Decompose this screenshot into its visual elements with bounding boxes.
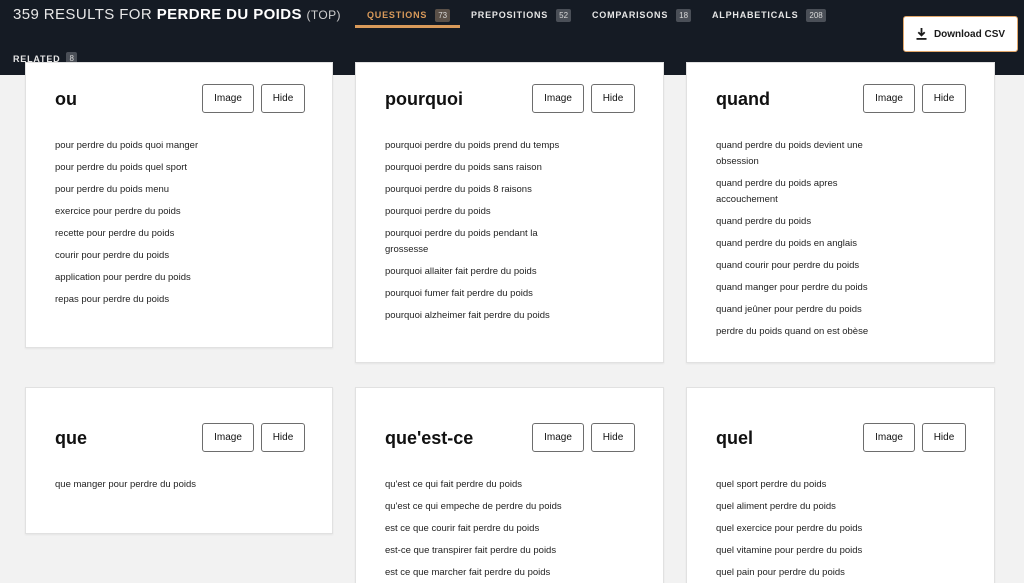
suggestion-list: quel sport perdre du poids quel aliment …: [716, 477, 901, 583]
tab-label: COMPARISONS: [592, 10, 669, 20]
hide-button[interactable]: Hide: [261, 423, 305, 452]
list-item[interactable]: quel sport perdre du poids: [716, 477, 901, 493]
suggestion-list: pourquoi perdre du poids prend du temps …: [385, 138, 570, 330]
list-item[interactable]: pourquoi perdre du poids prend du temps: [385, 138, 570, 154]
active-tab-indicator: [355, 25, 460, 28]
tab-count: 73: [435, 8, 451, 22]
list-item[interactable]: repas pour perdre du poids: [55, 292, 240, 308]
results-title: 359 RESULTS FOR PERDRE DU POIDS (TOP): [13, 6, 341, 23]
card-quand: quand Image Hide quand perdre du poids d…: [686, 62, 995, 363]
list-item[interactable]: quel exercice pour perdre du poids: [716, 521, 901, 537]
tab-count: 208: [806, 8, 826, 22]
list-item[interactable]: recette pour perdre du poids: [55, 226, 240, 242]
image-button[interactable]: Image: [532, 423, 584, 452]
list-item[interactable]: quand perdre du poids en anglais: [716, 236, 901, 252]
results-query: PERDRE DU POIDS: [156, 6, 302, 23]
list-item[interactable]: quel pain pour perdre du poids: [716, 565, 901, 581]
hide-button[interactable]: Hide: [261, 84, 305, 113]
list-item[interactable]: pourquoi perdre du poids 8 raisons: [385, 182, 570, 198]
list-item[interactable]: est ce que marcher fait perdre du poids: [385, 565, 595, 581]
tab-count: 52: [556, 8, 572, 22]
tab-label: QUESTIONS: [367, 10, 428, 20]
tab-label: ALPHABETICALS: [712, 10, 799, 20]
tab-count: 18: [676, 8, 692, 22]
image-button[interactable]: Image: [532, 84, 584, 113]
results-scope: (TOP): [306, 8, 341, 22]
card-que-est-ce: que'est-ce Image Hide qu'est ce qui fait…: [355, 387, 664, 583]
list-item[interactable]: quand perdre du poids devient une obsess…: [716, 138, 901, 170]
list-item[interactable]: pourquoi perdre du poids sans raison: [385, 160, 570, 176]
list-item[interactable]: pourquoi perdre du poids pendant la gros…: [385, 226, 570, 258]
list-item[interactable]: est ce que courir fait perdre du poids: [385, 521, 595, 537]
list-item[interactable]: quand manger pour perdre du poids: [716, 280, 901, 296]
list-item[interactable]: quand courir pour perdre du poids: [716, 258, 901, 274]
card-quel: quel Image Hide quel sport perdre du poi…: [686, 387, 995, 583]
list-item[interactable]: quand perdre du poids: [716, 214, 901, 230]
list-item[interactable]: qu'est ce qui empeche de perdre du poids: [385, 499, 595, 515]
list-item[interactable]: pourquoi allaiter fait perdre du poids: [385, 264, 570, 280]
suggestion-list: pour perdre du poids quoi manger pour pe…: [55, 138, 240, 314]
list-item[interactable]: quel aliment perdre du poids: [716, 499, 901, 515]
card-title: pourquoi: [385, 89, 463, 109]
list-item[interactable]: pour perdre du poids quoi manger: [55, 138, 240, 154]
tab-label: PREPOSITIONS: [471, 10, 549, 20]
list-item[interactable]: est-ce que transpirer fait perdre du poi…: [385, 543, 595, 559]
image-button[interactable]: Image: [202, 84, 254, 113]
results-prefix: 359 RESULTS FOR: [13, 6, 153, 23]
list-item[interactable]: pourquoi alzheimer fait perdre du poids: [385, 308, 570, 324]
list-item[interactable]: pour perdre du poids menu: [55, 182, 240, 198]
list-item[interactable]: application pour perdre du poids: [55, 270, 240, 286]
image-button[interactable]: Image: [202, 423, 254, 452]
download-csv-button[interactable]: Download CSV: [903, 16, 1018, 52]
hide-button[interactable]: Hide: [922, 423, 966, 452]
download-label: Download CSV: [933, 28, 1006, 40]
suggestion-list: que manger pour perdre du poids: [55, 477, 240, 499]
card-pourquoi: pourquoi Image Hide pourquoi perdre du p…: [355, 62, 664, 363]
list-item[interactable]: quand jeûner pour perdre du poids: [716, 302, 901, 318]
hide-button[interactable]: Hide: [922, 84, 966, 113]
list-item[interactable]: pourquoi perdre du poids: [385, 204, 570, 220]
card-title: que: [55, 428, 88, 448]
list-item[interactable]: quand perdre du poids apres accouchement: [716, 176, 901, 208]
image-button[interactable]: Image: [863, 423, 915, 452]
image-button[interactable]: Image: [863, 84, 915, 113]
card-que: que Image Hide que manger pour perdre du…: [25, 387, 333, 534]
download-icon: [916, 28, 927, 40]
card-title: quel: [716, 428, 754, 448]
hide-button[interactable]: Hide: [591, 423, 635, 452]
list-item[interactable]: qu'est ce qui fait perdre du poids: [385, 477, 595, 493]
suggestion-list: quand perdre du poids devient une obsess…: [716, 138, 901, 346]
list-item[interactable]: perdre du poids quand on est obèse: [716, 324, 901, 340]
list-item[interactable]: quel vitamine pour perdre du poids: [716, 543, 901, 559]
list-item[interactable]: pourquoi fumer fait perdre du poids: [385, 286, 570, 302]
card-ou: ou Image Hide pour perdre du poids quoi …: [25, 62, 333, 348]
tab-comparisons[interactable]: COMPARISONS 18: [592, 2, 692, 28]
list-item[interactable]: pour perdre du poids quel sport: [55, 160, 240, 176]
list-item[interactable]: que manger pour perdre du poids: [55, 477, 240, 493]
card-title: quand: [716, 89, 770, 109]
hide-button[interactable]: Hide: [591, 84, 635, 113]
list-item[interactable]: exercice pour perdre du poids: [55, 204, 240, 220]
tab-prepositions[interactable]: PREPOSITIONS 52: [471, 2, 572, 28]
card-title: que'est-ce: [385, 428, 474, 448]
list-item[interactable]: courir pour perdre du poids: [55, 248, 240, 264]
tab-alphabeticals[interactable]: ALPHABETICALS 208: [712, 2, 826, 28]
suggestion-list: qu'est ce qui fait perdre du poids qu'es…: [385, 477, 595, 583]
card-title: ou: [55, 89, 77, 109]
